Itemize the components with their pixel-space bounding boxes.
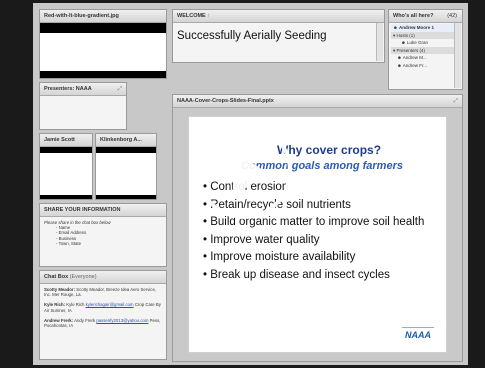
camera-name-left: Jamie Scott bbox=[40, 134, 92, 147]
attendees-title: Who's all here? bbox=[393, 13, 434, 19]
chevron-down-icon: ▾ bbox=[393, 47, 396, 53]
chat-message: Kyle Rich: Kyle Rich kylerichagair@gmail… bbox=[44, 302, 161, 313]
presenters-pod-title: Presenters: NAAA bbox=[44, 86, 92, 92]
attendee-row[interactable]: ☻ Luke Gran bbox=[391, 39, 454, 47]
chat-email-link[interactable]: kylerichagair@gmail.com bbox=[86, 302, 134, 307]
camera-pod-right: Klinkenborg A... bbox=[95, 133, 157, 200]
attendee-row[interactable]: ☻ Andrew Fr... bbox=[391, 62, 454, 70]
slide-bullet: Break up disease and insect cycles bbox=[203, 267, 424, 285]
presenters-pod: Presenters: NAAA ⤢ bbox=[39, 82, 127, 130]
chevron-down-icon: ▾ bbox=[393, 32, 396, 38]
slide-title: Why cover crops? bbox=[277, 143, 382, 157]
chat-message: Scotty Meador: Scotty Meador, Breeze Ide… bbox=[44, 287, 157, 298]
share-info-title: SHARE YOUR INFORMATION bbox=[40, 204, 166, 217]
user-icon: ☻ bbox=[401, 40, 406, 45]
chat-subtitle: (Everyone) bbox=[69, 274, 97, 280]
welcome-title: WELCOME bbox=[177, 13, 206, 19]
attendee-row[interactable]: ☻ Andrew Moore 1 bbox=[391, 24, 454, 32]
slides-title: NAAA-Cover-Crops-Slides-Final.pptx bbox=[177, 98, 274, 104]
expand-icon[interactable]: ⤢ bbox=[118, 83, 122, 95]
camera-name-right: Klinkenborg A... bbox=[96, 134, 156, 147]
share-item: - Town, State bbox=[56, 240, 82, 246]
user-icon: ☻ bbox=[397, 55, 402, 60]
expand-icon[interactable]: ⤢ bbox=[454, 95, 458, 107]
image-pod-title: Red-with-lt-blue-gradient.jpg bbox=[40, 10, 166, 23]
chat-title: Chat Box bbox=[44, 274, 69, 280]
user-icon: ☻ bbox=[393, 25, 398, 30]
welcome-pod: WELCOME ↑ Successfully Aerially Seeding bbox=[172, 9, 385, 63]
naaa-logo: NAAA bbox=[402, 327, 434, 342]
image-pod: Red-with-lt-blue-gradient.jpg bbox=[39, 9, 167, 79]
chat-message: Andrew Frerk: Andy Frerk passenfy2013@ya… bbox=[44, 317, 161, 329]
play-icon[interactable] bbox=[196, 123, 292, 219]
camera-pod-left: Jamie Scott bbox=[39, 133, 93, 200]
chat-pod: Chat Box (Everyone) Scotty Meador: Scott… bbox=[39, 270, 167, 360]
slide-bullet: Improve moisture availability bbox=[203, 249, 424, 267]
attendee-group-hosts[interactable]: ▾ Hosts (1) bbox=[391, 31, 454, 39]
attendee-group-presenters[interactable]: ▾ Presenters (4) bbox=[391, 46, 454, 54]
welcome-text: Successfully Aerially Seeding bbox=[177, 30, 327, 42]
welcome-scrollbar[interactable] bbox=[376, 23, 383, 61]
attendees-count: (42) bbox=[447, 13, 457, 19]
user-icon: ☻ bbox=[397, 62, 402, 68]
info-icon: ↑ bbox=[207, 13, 211, 19]
share-info-pod: SHARE YOUR INFORMATION Please share in t… bbox=[39, 203, 167, 267]
slide-bullet: Improve water quality bbox=[203, 232, 424, 250]
attendee-row[interactable]: ☻ Andrew M... bbox=[391, 54, 454, 62]
chat-email-link[interactable]: passenfy2013@yahoo.com bbox=[96, 318, 148, 323]
attendees-pod: Who's all here? (42) ☻ Andrew Moore 1 ▾ … bbox=[388, 9, 463, 90]
attendees-scrollbar[interactable] bbox=[454, 23, 461, 88]
